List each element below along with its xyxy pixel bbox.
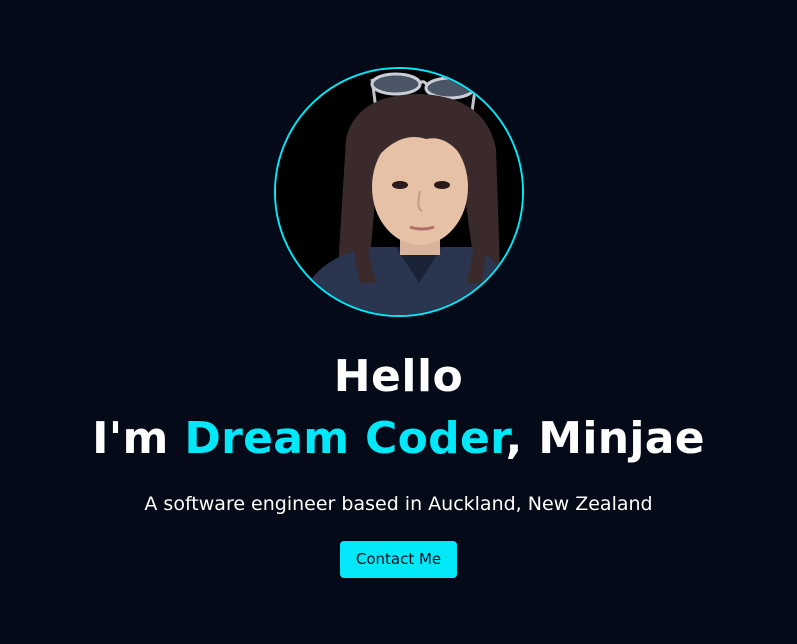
avatar bbox=[273, 67, 524, 317]
intro-heading: I'm Dream Coder, Minjae bbox=[92, 411, 705, 467]
intro-prefix: I'm bbox=[92, 413, 185, 464]
home-section: Hello I'm Dream Coder, Minjae A software… bbox=[0, 0, 797, 644]
intro-highlight: Dream Coder bbox=[184, 413, 506, 464]
intro-suffix: , Minjae bbox=[505, 413, 705, 464]
contact-button[interactable]: Contact Me bbox=[339, 541, 458, 578]
hero-description: A software engineer based in Auckland, N… bbox=[144, 493, 653, 515]
profile-photo bbox=[275, 69, 522, 315]
greeting-heading: Hello bbox=[333, 351, 464, 402]
